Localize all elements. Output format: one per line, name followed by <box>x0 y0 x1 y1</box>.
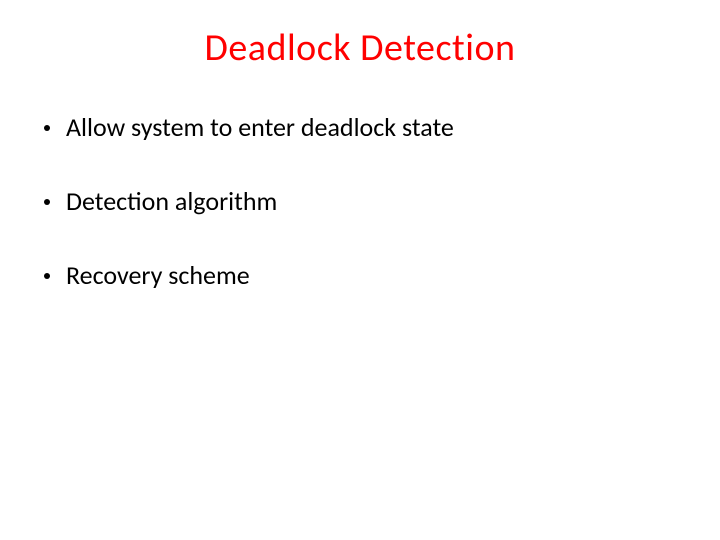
bullet-text: Allow system to enter deadlock state <box>66 111 454 143</box>
list-item: Allow system to enter deadlock state <box>40 111 680 143</box>
bullet-text: Detection algorithm <box>66 185 277 217</box>
slide-title: Deadlock Detection <box>40 25 680 71</box>
list-item: Detection algorithm <box>40 185 680 217</box>
bullet-text: Recovery scheme <box>66 259 250 291</box>
bullet-list: Allow system to enter deadlock state Det… <box>40 111 680 291</box>
bullet-icon <box>44 125 50 131</box>
list-item: Recovery scheme <box>40 259 680 291</box>
bullet-icon <box>44 273 50 279</box>
bullet-icon <box>44 199 50 205</box>
